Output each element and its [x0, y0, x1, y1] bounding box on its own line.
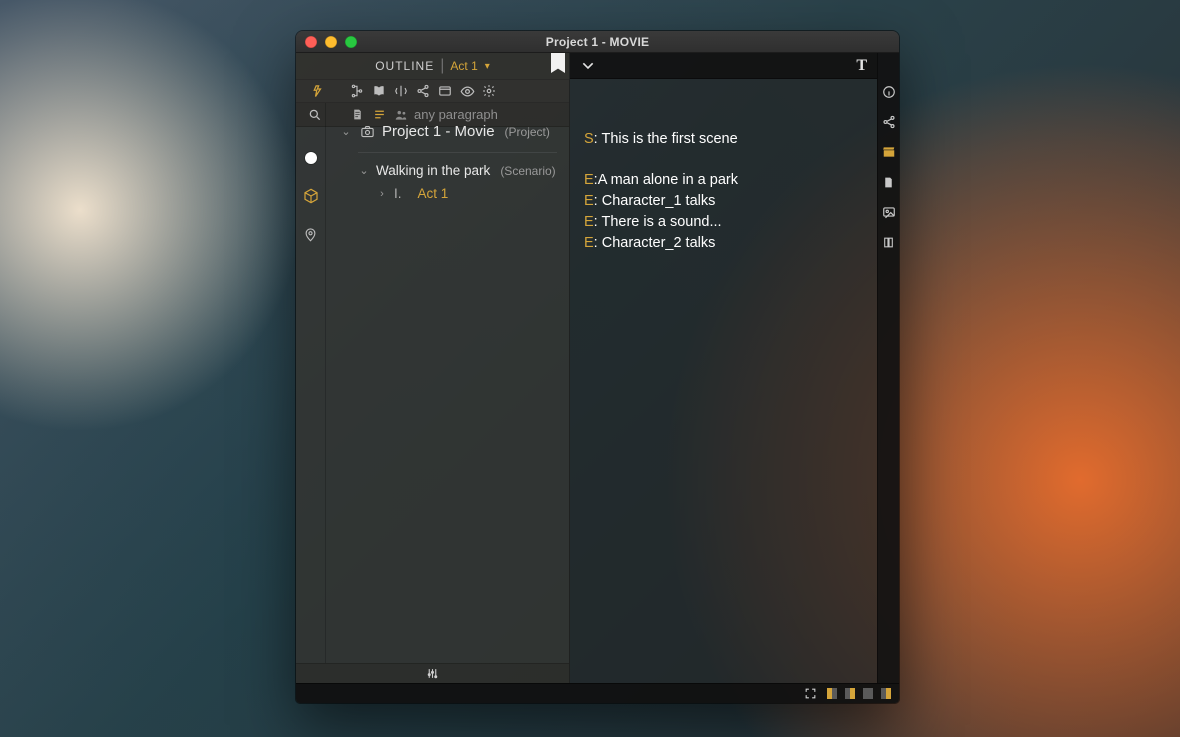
act-numeral: I. [394, 186, 402, 201]
sliders-icon[interactable] [422, 663, 444, 685]
line-prefix: E [584, 235, 594, 251]
chevron-down-icon[interactable]: ⌄ [358, 164, 370, 177]
chevron-down-icon[interactable]: ⌄ [340, 125, 352, 138]
chevron-down-icon[interactable]: ▾ [485, 61, 490, 72]
columns-toggle-2[interactable] [845, 688, 855, 699]
titlebar[interactable]: Project 1 - MOVIE [296, 31, 899, 53]
scenario-title: Walking in the park [376, 163, 490, 178]
line-text: : Character_1 talks [594, 193, 716, 209]
text-tool-icon[interactable]: T [856, 57, 867, 75]
info-icon[interactable] [880, 83, 898, 101]
chevron-right-icon[interactable]: › [376, 188, 388, 200]
line-prefix: S [584, 131, 594, 147]
document-line[interactable]: E: There is a sound... [584, 212, 863, 233]
columns-toggle-3[interactable] [863, 688, 873, 699]
app-window: Project 1 - MOVIE OUTLINE | Act 1 ▾ [296, 31, 899, 703]
inspector-rail [877, 53, 899, 683]
act-title: Act 1 [418, 186, 449, 201]
card-icon[interactable] [434, 80, 456, 102]
window-zoom-button[interactable] [345, 36, 357, 48]
book-icon[interactable] [368, 80, 390, 102]
status-bar [296, 683, 899, 703]
hierarchy-icon[interactable] [346, 80, 368, 102]
columns-toggle-1[interactable] [827, 688, 837, 699]
tree-act-row[interactable]: › I. Act 1 [332, 182, 563, 205]
document-line[interactable]: S: This is the first scene [584, 129, 863, 150]
outline-active-section[interactable]: Act 1 [450, 59, 477, 73]
project-title: Project 1 - Movie [382, 123, 495, 140]
camera-icon [358, 124, 376, 139]
line-prefix: E [584, 172, 594, 188]
document-line[interactable]: E:A man alone in a park [584, 170, 863, 191]
outline-pane: OUTLINE | Act 1 ▾ [296, 53, 570, 683]
pin-icon[interactable] [302, 225, 320, 243]
line-text: : Character_2 talks [594, 235, 716, 251]
line-text: :A man alone in a park [594, 172, 738, 188]
outline-category-rail [296, 103, 326, 663]
share-icon[interactable] [880, 113, 898, 131]
marker-dot-icon[interactable] [302, 149, 320, 167]
line-prefix: E [584, 193, 594, 209]
document-line[interactable]: E: Character_1 talks [584, 191, 863, 212]
window-close-button[interactable] [305, 36, 317, 48]
document-line[interactable]: E: Character_2 talks [584, 233, 863, 254]
project-kind: (Project) [505, 125, 550, 139]
line-prefix: E [584, 214, 594, 230]
outline-toolbar-1 [296, 79, 569, 103]
chevron-down-icon[interactable] [580, 58, 596, 74]
clapperboard-icon[interactable] [880, 143, 898, 161]
scenario-kind: (Scenario) [500, 164, 555, 178]
tree-scenario-row[interactable]: ⌄ Walking in the park (Scenario) [332, 159, 563, 182]
fullscreen-icon[interactable] [804, 687, 817, 700]
bookmark-icon[interactable] [551, 53, 565, 73]
gear-icon[interactable] [478, 80, 500, 102]
editor-document[interactable]: S: This is the first sceneE:A man alone … [570, 79, 877, 264]
outline-header: OUTLINE | Act 1 ▾ [296, 53, 569, 79]
outline-title: OUTLINE [375, 59, 434, 73]
split-icon[interactable] [390, 80, 412, 102]
editor-header: T [570, 53, 877, 79]
run-icon[interactable] [304, 80, 326, 102]
page-icon[interactable] [880, 173, 898, 191]
editor-pane: T S: This is the first sceneE:A man alon… [570, 53, 877, 683]
share-icon[interactable] [412, 80, 434, 102]
cube-icon[interactable] [302, 187, 320, 205]
outline-footer [296, 663, 569, 683]
line-text: : There is a sound... [594, 214, 722, 230]
outline-tree: ⌄ Project 1 - Movie (Project) ⌄ Walking … [326, 103, 569, 663]
window-title: Project 1 - MOVIE [296, 35, 899, 49]
tree-project-row[interactable]: ⌄ Project 1 - Movie (Project) [332, 119, 563, 144]
window-minimize-button[interactable] [325, 36, 337, 48]
column-icon[interactable] [880, 233, 898, 251]
image-icon[interactable] [880, 203, 898, 221]
columns-toggle-4[interactable] [881, 688, 891, 699]
eye-icon[interactable] [456, 80, 478, 102]
line-text: : This is the first scene [594, 131, 738, 147]
